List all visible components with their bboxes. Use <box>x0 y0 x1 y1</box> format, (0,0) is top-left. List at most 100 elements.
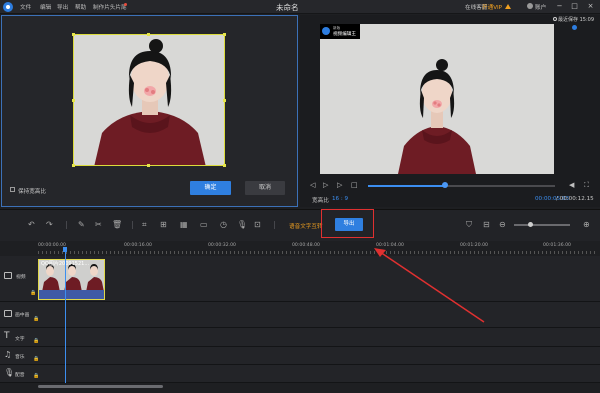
zoom-slider[interactable] <box>514 224 570 226</box>
toolbar-divider <box>274 221 275 229</box>
crop-handle[interactable] <box>223 33 226 36</box>
total-time: / 00:00:12.15 <box>556 196 594 202</box>
tick-label: 00:01:20.00 <box>460 243 488 248</box>
keep-ratio-label: 保持宽高比 <box>18 189 46 195</box>
menu-edit[interactable]: 编辑 <box>40 3 51 11</box>
zoom-out-icon[interactable]: ⊖ <box>499 220 506 230</box>
text-icon: T <box>4 331 10 341</box>
user-icon[interactable] <box>527 3 533 9</box>
timeline-scrollbar[interactable] <box>38 385 163 388</box>
track-pip[interactable] <box>0 302 600 328</box>
account-link[interactable]: 账户 <box>535 3 546 11</box>
lock-icon[interactable]: 🔒 <box>33 338 39 344</box>
crop-icon[interactable]: ⌗ <box>142 220 147 230</box>
crop-handle[interactable] <box>147 164 150 167</box>
lock-icon[interactable]: 🔒 <box>33 316 39 322</box>
confirm-button[interactable]: 确定 <box>190 181 231 195</box>
tick-label: 00:00:16.00 <box>124 243 152 248</box>
ruler-ticks <box>38 251 598 254</box>
cancel-button[interactable]: 取消 <box>245 181 285 195</box>
track-label-text: 文字 <box>15 337 25 342</box>
portrait-photo <box>74 35 224 165</box>
redo-icon[interactable]: ↷ <box>46 220 53 230</box>
video-icon <box>4 272 12 279</box>
autosave-status: 最近保存 15:09 <box>558 17 594 23</box>
preview-video <box>320 24 554 174</box>
watermark-name: 视频编辑王 <box>333 32 356 37</box>
voiceover-mic-icon: 🎙 <box>4 368 15 377</box>
trash-icon[interactable]: 🗑 <box>112 220 122 230</box>
track-voiceover[interactable] <box>0 365 600 383</box>
pin-icon[interactable] <box>572 25 577 30</box>
window-title: 未命名 <box>276 3 299 12</box>
tick-label: 00:00:00.00 <box>38 243 66 248</box>
export-highlight-box <box>321 209 374 238</box>
close-button[interactable]: × <box>586 2 595 11</box>
music-icon: ♫ <box>4 350 12 359</box>
crop-handle[interactable] <box>72 164 75 167</box>
fit-icon[interactable]: ⊟ <box>483 220 490 230</box>
speech-to-text-button[interactable]: 语音文字互转 <box>289 222 323 230</box>
speed-icon[interactable]: ◷ <box>220 220 227 230</box>
aspect-ratio-label: 宽高比 <box>312 198 329 204</box>
progress-fill <box>368 185 445 187</box>
prev-frame-icon[interactable]: ◁ <box>310 181 315 189</box>
stop-icon[interactable]: □ <box>351 181 358 189</box>
crop-handle[interactable] <box>72 33 75 36</box>
tick-label: 00:01:36.00 <box>543 243 571 248</box>
track-text[interactable] <box>0 328 600 347</box>
menu-help[interactable]: 帮助 <box>75 3 86 11</box>
freeze-frame-icon[interactable]: ⊞ <box>160 220 167 230</box>
mosaic-icon[interactable]: ▦ <box>180 220 188 230</box>
track-label-pip: 画中画 <box>15 313 30 318</box>
marker-icon[interactable]: ⛉ <box>466 220 472 230</box>
fullscreen-icon[interactable]: ⛶ <box>584 181 589 189</box>
crop-handle[interactable] <box>223 99 226 102</box>
undo-icon[interactable]: ↶ <box>28 220 35 230</box>
new-badge-dot <box>124 3 127 6</box>
minimize-button[interactable]: − <box>555 2 564 11</box>
watermark-logo-icon <box>322 27 330 35</box>
toolbar-divider <box>66 221 67 229</box>
tick-label: 00:00:48.00 <box>292 243 320 248</box>
microphone-icon[interactable]: 🎙 <box>237 220 247 230</box>
track-music[interactable] <box>0 347 600 365</box>
open-vip-link[interactable]: 开通VIP <box>482 3 502 11</box>
progress-knob[interactable] <box>441 182 448 188</box>
lock-icon[interactable]: 🔒 <box>30 290 36 296</box>
lock-icon[interactable]: 🔒 <box>33 373 39 379</box>
app-logo-icon <box>3 2 13 12</box>
crop-handle[interactable] <box>147 33 150 36</box>
keep-ratio-checkbox[interactable] <box>10 187 15 192</box>
toolbar-divider <box>132 221 133 229</box>
crop-handle[interactable] <box>72 99 75 102</box>
menu-intro-outro[interactable]: 制作片头片尾 <box>93 3 127 11</box>
preview-portrait-photo <box>320 24 554 174</box>
aspect-ratio-value[interactable]: 16 : 9 <box>332 196 348 202</box>
pip-icon <box>4 310 12 317</box>
zoom-knob[interactable] <box>528 222 533 227</box>
scissors-icon[interactable]: ✂ <box>95 220 102 230</box>
track-label-music: 音乐 <box>15 355 25 360</box>
playhead-line[interactable] <box>65 252 66 383</box>
pen-icon[interactable]: ✎ <box>78 220 85 230</box>
play-icon[interactable]: ▷ <box>323 181 328 189</box>
maximize-button[interactable]: □ <box>570 2 579 11</box>
menu-file[interactable]: 文件 <box>20 3 31 11</box>
next-frame-icon[interactable]: ▷ <box>337 181 342 189</box>
crop-handle[interactable] <box>223 164 226 167</box>
screen-icon[interactable]: ▭ <box>200 220 208 230</box>
tick-label: 00:01:04.00 <box>376 243 404 248</box>
zoom-in-icon[interactable]: ⊕ <box>583 220 590 230</box>
menu-export[interactable]: 导出 <box>57 3 68 11</box>
clip-audio-band <box>39 290 104 299</box>
volume-icon[interactable]: ◀ <box>569 181 574 189</box>
lock-icon[interactable]: 🔒 <box>33 356 39 362</box>
crop-image[interactable] <box>73 34 225 166</box>
monitor-icon[interactable]: ⊡ <box>254 220 261 230</box>
clock-icon <box>553 17 557 21</box>
track-label-voiceover: 配音 <box>15 373 25 378</box>
crown-icon <box>505 4 511 9</box>
track-label-video: 视频 <box>16 275 26 280</box>
tick-label: 00:00:32.00 <box>208 243 236 248</box>
